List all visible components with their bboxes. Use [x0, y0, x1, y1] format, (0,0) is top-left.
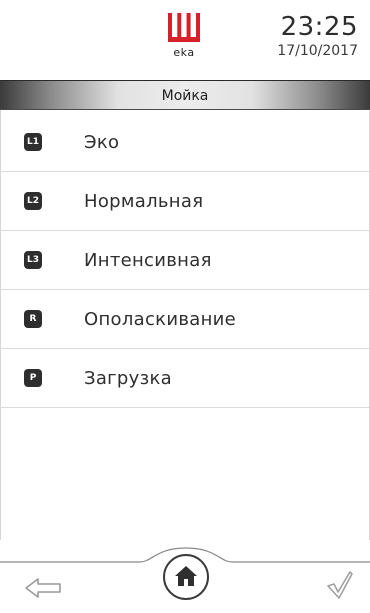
home-button[interactable] [163, 554, 209, 600]
logo-text: eka [173, 46, 195, 59]
clock-time: 23:25 [280, 12, 358, 42]
program-badge-icon: L1 [24, 133, 42, 151]
program-badge-icon: L3 [24, 251, 42, 269]
program-badge-icon: R [24, 310, 42, 328]
clock: 23:25 17/10/2017 [277, 12, 358, 60]
clock-date: 17/10/2017 [277, 43, 358, 59]
arrow-left-icon [25, 578, 61, 598]
program-badge-icon: P [24, 369, 42, 387]
list-item-label: Интенсивная [84, 250, 212, 271]
list-item-intensive[interactable]: L3 Интенсивная [0, 231, 370, 290]
list-item-label: Нормальная [84, 191, 204, 212]
checkmark-icon [327, 571, 353, 599]
wash-program-list: L1 Эко L2 Нормальная L3 Интенсивная R Оп… [0, 113, 370, 408]
list-item-label: Загрузка [84, 368, 172, 389]
logo-mark-icon [168, 13, 200, 42]
list-item-label: Эко [84, 132, 120, 153]
list-item-label: Ополаскивание [84, 309, 237, 330]
page-title: Мойка [0, 80, 370, 110]
header: eka 23:25 17/10/2017 [0, 0, 370, 80]
list-item-eco[interactable]: L1 Эко [0, 113, 370, 172]
brand-logo: eka [162, 13, 206, 65]
program-badge-icon: L2 [24, 192, 42, 210]
footer-nav [0, 540, 370, 613]
back-button[interactable] [24, 576, 64, 600]
list-item-loading[interactable]: P Загрузка [0, 349, 370, 408]
home-icon [175, 566, 197, 586]
list-item-rinse[interactable]: R Ополаскивание [0, 290, 370, 349]
confirm-button[interactable] [326, 570, 354, 600]
list-item-normal[interactable]: L2 Нормальная [0, 172, 370, 231]
